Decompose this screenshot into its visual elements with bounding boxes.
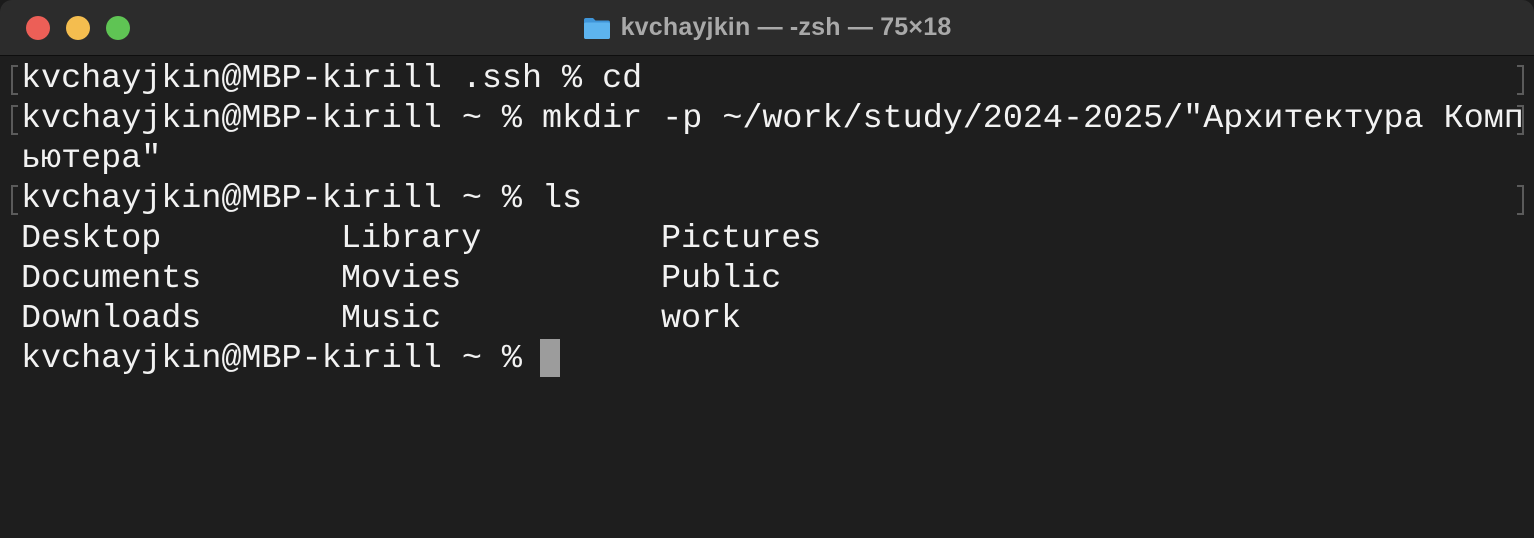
terminal-line: kvchayjkin@MBP-kirill ~ % ls <box>21 180 583 218</box>
terminal-line: ьютера" <box>21 140 162 178</box>
terminal-content[interactable]: kvchayjkin@MBP-kirill .ssh % cd kvchayjk… <box>0 56 1534 538</box>
prompt-line: kvchayjkin@MBP-kirill ~ % <box>21 340 542 378</box>
line-mark-left <box>11 105 18 135</box>
text-cursor <box>540 339 560 377</box>
window-title-group: kvchayjkin — -zsh — 75×18 <box>0 0 1534 55</box>
line-mark-left <box>11 185 18 215</box>
ls-entry: Library <box>341 220 482 258</box>
line-mark-right <box>1517 65 1524 95</box>
ls-entry: Music <box>341 300 442 338</box>
terminal-window: kvchayjkin — -zsh — 75×18 kvchayjkin@MBP… <box>0 0 1534 538</box>
line-mark-left <box>11 65 18 95</box>
ls-entry: Movies <box>341 260 462 298</box>
ls-entry: Desktop <box>21 220 162 258</box>
line-mark-right <box>1517 185 1524 215</box>
folder-icon <box>583 17 610 39</box>
ls-entry: work <box>661 300 742 338</box>
window-title: kvchayjkin — -zsh — 75×18 <box>620 13 952 41</box>
terminal-line: kvchayjkin@MBP-kirill .ssh % cd <box>21 60 643 98</box>
ls-entry: Public <box>661 260 782 298</box>
ls-entry: Documents <box>21 260 202 298</box>
ls-entry: Downloads <box>21 300 202 338</box>
ls-entry: Pictures <box>661 220 822 258</box>
terminal-line: kvchayjkin@MBP-kirill ~ % mkdir -p ~/wor… <box>21 100 1524 138</box>
title-bar[interactable]: kvchayjkin — -zsh — 75×18 <box>0 0 1534 56</box>
